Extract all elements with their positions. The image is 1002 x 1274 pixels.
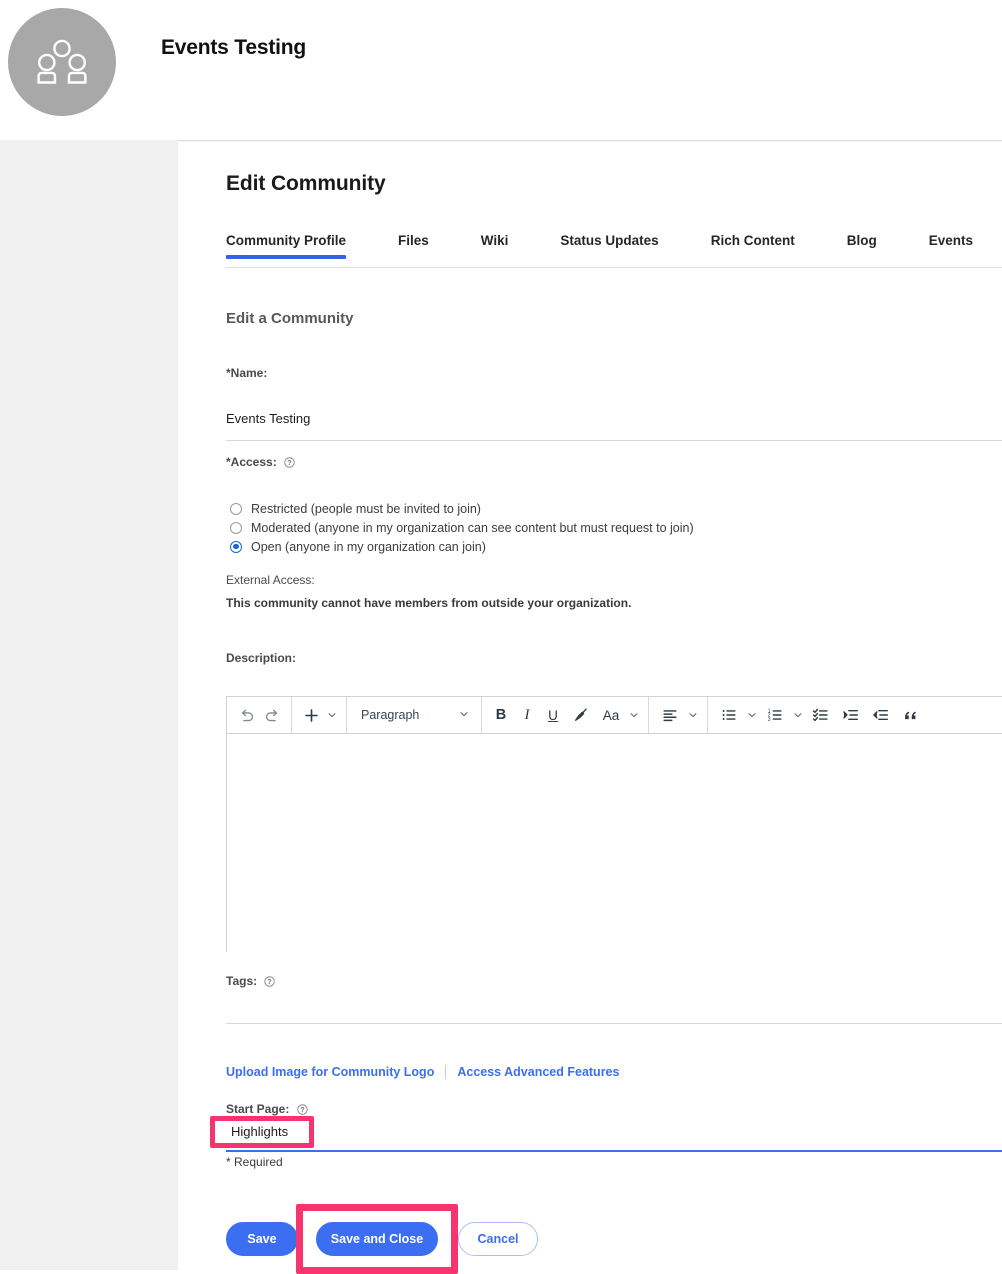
toolbar-group-lists: 1 2 3 (708, 697, 932, 733)
radio-restricted-label: Restricted (people must be invited to jo… (251, 501, 481, 516)
radio-moderated[interactable]: Moderated (anyone in my organization can… (230, 518, 694, 537)
external-access-text: This community cannot have members from … (226, 596, 632, 610)
tags-label-text: Tags: (226, 974, 258, 988)
tab-files[interactable]: Files (398, 233, 429, 259)
redo-icon[interactable] (259, 702, 285, 728)
paragraph-style-select[interactable]: Paragraph (353, 702, 475, 728)
question-mark-icon[interactable]: ? (264, 976, 276, 990)
underline-label: U (548, 707, 558, 723)
toolbar-group-text-format: B I U Aa (482, 697, 649, 733)
align-left-icon[interactable] (655, 702, 685, 728)
font-style-button[interactable]: Aa (596, 702, 626, 728)
start-page-underline (226, 1150, 1002, 1152)
tab-bar-divider (226, 267, 1002, 268)
toolbar-group-align (649, 697, 708, 733)
svg-text:?: ? (300, 1107, 304, 1114)
underline-button[interactable]: U (540, 702, 566, 728)
name-input-underline (226, 440, 1002, 441)
tab-rich-content[interactable]: Rich Content (711, 233, 795, 259)
access-label-text: *Access: (226, 455, 277, 469)
toolbar-group-history (227, 697, 292, 733)
tab-blog[interactable]: Blog (847, 233, 877, 259)
upload-community-logo-link[interactable]: Upload Image for Community Logo (226, 1065, 434, 1079)
form-actions: Save Save and Close Cancel (226, 1204, 538, 1274)
section-subheading: Edit a Community (226, 310, 354, 327)
align-chevron-down-icon[interactable] (685, 702, 701, 728)
font-style-label: Aa (602, 707, 620, 723)
description-rich-text-editor[interactable]: Paragraph B I U Aa 1 2 3 (226, 696, 1002, 952)
insert-chevron-down-icon[interactable] (324, 702, 340, 728)
italic-button[interactable]: I (514, 702, 540, 728)
save-button[interactable]: Save (226, 1222, 298, 1256)
radio-restricted-indicator[interactable] (230, 502, 242, 515)
paragraph-style-value: Paragraph (361, 708, 420, 722)
bulleted-list-icon[interactable] (714, 702, 744, 728)
radio-open-label: Open (anyone in my organization can join… (251, 539, 486, 554)
tab-community-profile[interactable]: Community Profile (226, 233, 347, 259)
cancel-button[interactable]: Cancel (458, 1222, 538, 1256)
editor-toolbar: Paragraph B I U Aa 1 2 3 (227, 697, 1002, 734)
description-editor-body[interactable] (227, 734, 1002, 952)
community-title: Events Testing (161, 36, 307, 59)
name-label: *Name: (226, 366, 268, 380)
access-advanced-features-link[interactable]: Access Advanced Features (457, 1065, 619, 1079)
tags-label: Tags: ? (226, 974, 276, 990)
italic-label: I (524, 706, 530, 723)
font-chevron-down-icon[interactable] (626, 702, 642, 728)
indent-increase-icon[interactable] (836, 702, 866, 728)
toolbar-group-insert (292, 697, 347, 733)
access-radio-group: Restricted (people must be invited to jo… (230, 499, 694, 556)
start-page-highlight-box (210, 1116, 314, 1148)
radio-moderated-indicator[interactable] (230, 521, 242, 534)
question-mark-icon[interactable]: ? (284, 457, 295, 471)
svg-text:?: ? (268, 979, 272, 986)
numbered-chevron-down-icon[interactable] (790, 702, 806, 728)
bold-button[interactable]: B (488, 702, 514, 728)
tab-status-updates[interactable]: Status Updates (560, 233, 658, 259)
tab-bar: Community Profile Files Wiki Status Upda… (226, 233, 1002, 268)
highlighter-icon[interactable] (566, 702, 596, 728)
svg-text:3: 3 (768, 717, 771, 723)
link-divider (445, 1065, 447, 1079)
toolbar-group-paragraph: Paragraph (347, 697, 482, 733)
bullet-chevron-down-icon[interactable] (744, 702, 760, 728)
name-input[interactable]: Events Testing (226, 411, 310, 426)
top-bar: Events Testing (0, 0, 1002, 140)
group-people-icon (37, 39, 87, 85)
save-and-close-wrapper: Save and Close (296, 1204, 458, 1274)
tab-wiki[interactable]: Wiki (481, 233, 509, 259)
radio-moderated-label: Moderated (anyone in my organization can… (251, 520, 694, 535)
bold-label: B (495, 707, 507, 723)
required-note: * Required (226, 1155, 283, 1169)
description-label: Description: (226, 651, 297, 665)
advanced-links-row: Upload Image for Community Logo Access A… (226, 1065, 619, 1079)
undo-icon[interactable] (233, 702, 259, 728)
access-label: *Access: ? (226, 455, 295, 471)
paragraph-chevron-down-icon (459, 708, 469, 722)
external-access-label: External Access: (226, 573, 315, 587)
radio-restricted[interactable]: Restricted (people must be invited to jo… (230, 499, 694, 518)
tags-input-underline (226, 1023, 1002, 1024)
radio-open[interactable]: Open (anyone in my organization can join… (230, 537, 694, 556)
checklist-icon[interactable] (806, 702, 836, 728)
radio-open-indicator[interactable] (230, 540, 242, 553)
svg-text:?: ? (287, 460, 291, 467)
tab-events[interactable]: Events (929, 233, 973, 259)
community-avatar (8, 8, 116, 116)
numbered-list-icon[interactable]: 1 2 3 (760, 702, 790, 728)
start-page-label-text: Start Page: (226, 1102, 290, 1116)
plus-icon[interactable] (298, 702, 324, 728)
page-title: Edit Community (226, 172, 386, 195)
panel-top-shadow (178, 140, 1002, 143)
indent-decrease-icon[interactable] (866, 702, 896, 728)
save-and-close-button[interactable]: Save and Close (316, 1222, 438, 1256)
blockquote-icon[interactable] (896, 702, 926, 728)
